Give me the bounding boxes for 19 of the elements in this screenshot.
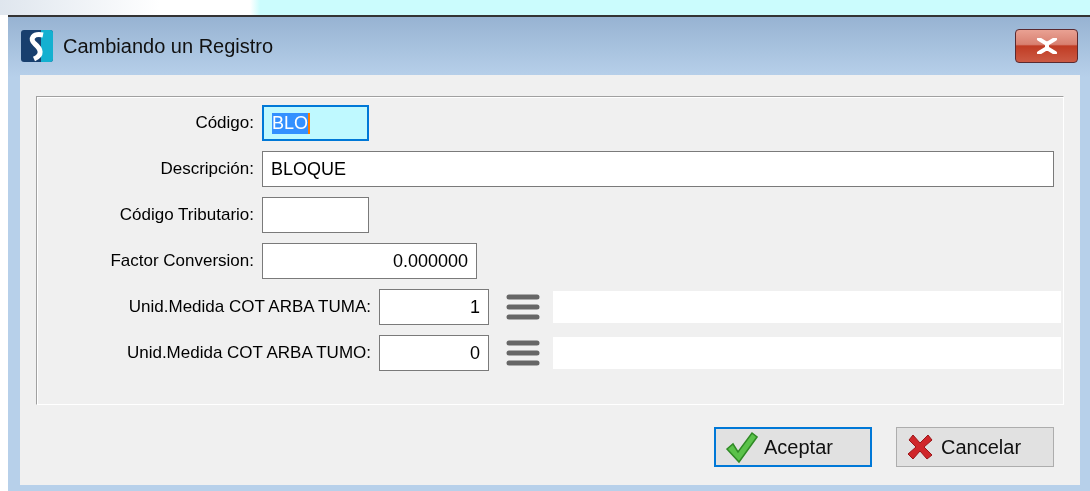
app-logo-icon [21,30,53,62]
field-label: Código Tributario: [118,205,255,225]
field-label: Código: [194,113,255,133]
input-field[interactable]: BLOQUE [262,151,1054,187]
close-icon [1035,38,1058,54]
field-label: Descripción: [159,159,255,179]
input-field[interactable]: 0 [379,335,489,371]
close-button[interactable] [1015,29,1078,63]
cross-icon [905,432,935,462]
cancel-button[interactable]: Cancelar [896,427,1054,467]
accept-button[interactable]: Aceptar [714,427,872,467]
input-field[interactable]: 0.000000 [262,243,477,279]
field-label: Factor Conversion: [109,251,255,271]
field-label: Unid.Medida COT ARBA TUMA: [127,297,372,317]
input-field[interactable]: 1 [379,289,489,325]
window-title: Cambiando un Registro [63,34,275,58]
input-field[interactable] [262,197,369,233]
checkmark-icon [724,430,758,464]
field-label: Unid.Medida COT ARBA TUMO: [125,343,372,363]
